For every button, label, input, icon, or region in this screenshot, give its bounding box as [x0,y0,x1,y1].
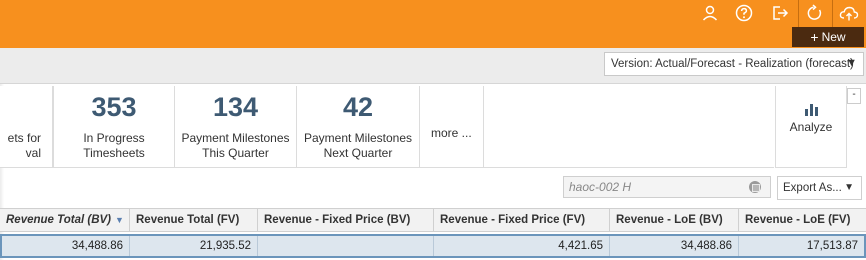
table-cell [258,236,434,256]
column-header-loe-bv[interactable]: Revenue - LoE (BV) [610,209,739,231]
table-cell: 21,935.52 [130,236,258,256]
kpi-tile-milestones-next-quarter[interactable]: 42 Payment Milestones Next Quarter [297,86,420,168]
table-cell: 34,488.86 [610,236,739,256]
version-select[interactable]: Version: Actual/Forecast - Realization (… [604,52,864,76]
kpi-value: 353 [91,92,137,122]
kpi-label: In Progress [83,131,145,145]
sort-descending-icon: ▼ [115,215,124,225]
column-header-fixed-price-bv[interactable]: Revenue - Fixed Price (BV) [258,209,434,231]
export-label: Export As... [783,182,842,194]
table-cell: 34,488.86 [2,236,130,256]
caret-down-icon: ▼ [846,57,857,69]
version-toolbar: Version: Actual/Forecast - Realization (… [0,48,866,84]
user-icon[interactable] [699,2,721,24]
refresh-icon[interactable] [804,2,826,24]
kpi-tiles: ets for val 353 In Progress Timesheets 1… [0,86,866,168]
caret-down-icon: ▼ [844,182,854,193]
kpi-value: 134 [212,92,259,122]
search-value: haoc-002 H [569,180,632,194]
kpi-label: val [25,146,41,160]
table-cell: 4,421.65 [434,236,610,256]
more-tiles-button[interactable]: more ... [420,86,484,168]
kpi-label: Next Quarter [323,146,393,160]
clear-search-icon[interactable] [749,181,761,193]
top-header-bar: + New [0,0,866,48]
column-header-fixed-price-fv[interactable]: Revenue - Fixed Price (FV) [434,209,610,231]
column-header-loe-fv[interactable]: Revenue - LoE (FV) [739,209,866,231]
export-as-dropdown[interactable]: Export As... ▼ [777,176,862,200]
help-icon[interactable] [733,2,755,24]
kpi-label: ets for [7,131,41,145]
kpi-tile-milestones-this-quarter[interactable]: 134 Payment Milestones This Quarter [175,86,297,168]
tiles-empty-area [484,86,774,168]
kpi-label: Payment Milestones [303,131,413,145]
kpi-label: Timesheets [83,146,145,160]
version-select-label: Version: Actual/Forecast - Realization (… [611,58,854,70]
new-button-label: New [821,30,846,44]
kpi-label: Payment Milestones [181,131,290,145]
kpi-tile-in-progress-timesheets[interactable]: 353 In Progress Timesheets [53,86,175,168]
kpi-value: 42 [342,92,374,122]
header-divider [832,0,833,28]
analyze-label: Analyze [789,120,833,134]
column-header-revenue-total-bv[interactable]: Revenue Total (BV) ▼ [0,209,130,231]
plus-icon: + [810,29,819,45]
logout-icon[interactable] [769,2,791,24]
kpi-tile-timesheets-approval[interactable]: ets for val [0,86,53,168]
column-header-revenue-total-fv[interactable]: Revenue Total (FV) [130,209,258,231]
table-header: Revenue Total (BV) ▼ Revenue Total (FV) R… [0,208,866,232]
table-cell: 17,513.87 [806,240,858,252]
bar-chart-icon [805,104,818,116]
cloud-icon[interactable] [838,2,860,24]
header-divider [798,0,799,28]
table-row[interactable]: 34,488.86 21,935.52 4,421.65 34,488.86 1… [0,234,866,258]
search-input[interactable]: haoc-002 H [563,176,771,198]
new-button[interactable]: + New [792,27,864,47]
kpi-label: This Quarter [202,146,269,160]
more-label: more ... [431,126,472,140]
collapse-button[interactable]: - [847,88,861,104]
analyze-button[interactable]: Analyze [775,86,847,168]
